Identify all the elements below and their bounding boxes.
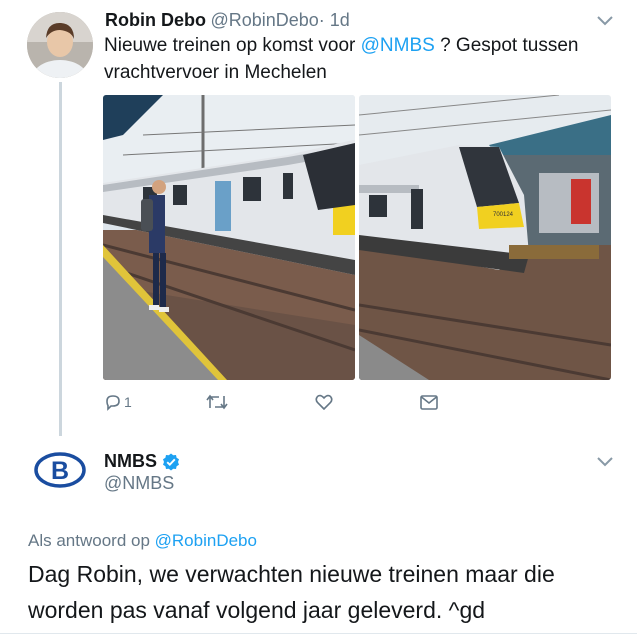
chevron-down-icon[interactable] [597,16,613,26]
tweet-header: NMBS [104,451,180,472]
retweet-icon [206,394,228,410]
mention-link[interactable]: @NMBS [361,35,435,56]
avatar-photo-icon [27,12,93,78]
tweet-text-line: worden pas vanaf volgend jaar geleverd. … [28,597,486,623]
divider [0,633,637,634]
nmbs-logo-icon: B [34,452,86,488]
tweet-text: Nieuwe treinen op komst voor @NMBS ? Ges… [104,32,604,86]
chevron-down-icon[interactable] [597,457,613,467]
display-name[interactable]: Robin Debo [105,10,206,30]
verified-badge-icon [163,453,179,470]
reply-button[interactable]: 1 [104,393,132,411]
train-number: 700124 [493,212,514,218]
direct-message-button[interactable] [420,395,438,410]
thread-connector-line [59,82,62,436]
heart-icon [315,394,333,410]
tweet-timestamp[interactable]: · 1d [319,10,350,30]
logo-letter: B [51,457,69,485]
tweet-photo-1[interactable] [103,95,355,380]
tweet-header: Robin Debo @RobinDebo· 1d [105,10,350,31]
mention-link[interactable]: @RobinDebo [155,531,257,550]
retweet-button[interactable] [206,394,228,410]
like-button[interactable] [315,394,333,410]
tweet-photo-2[interactable]: 700124 [359,95,611,380]
reply-context: Als antwoord op @RobinDebo [28,531,257,551]
reply-context-label: Als antwoord op [28,531,155,550]
tweet-text-line: Dag Robin, we verwachten nieuwe treinen … [28,561,555,587]
user-handle[interactable]: @RobinDebo [210,10,318,30]
tweet-text: Dag Robin, we verwachten nieuwe treinen … [28,556,555,628]
display-name[interactable]: NMBS [104,451,157,472]
reply-icon [106,395,120,411]
envelope-icon [420,395,438,410]
tweet-text-part: Nieuwe treinen op komst voor [104,35,361,56]
avatar[interactable] [27,12,93,78]
avatar[interactable]: B [34,452,86,488]
reply-count: 1 [124,394,132,410]
tweet-text-line: vrachtvervoer in Mechelen [104,62,327,83]
train-platform-photo-icon [103,95,355,380]
train-front-photo-icon [359,95,611,380]
tweet-text-part: ? Gespot tussen [434,35,579,56]
user-handle[interactable]: @NMBS [104,473,174,494]
